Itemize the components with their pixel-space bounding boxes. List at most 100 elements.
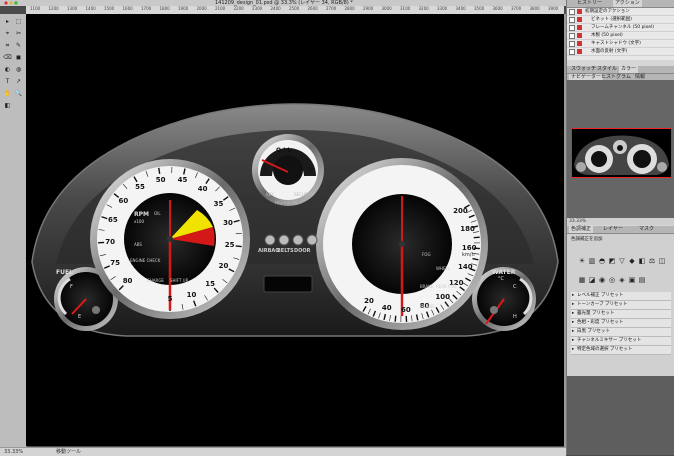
adjustment-icon[interactable]: ▽ [618, 257, 626, 265]
adjustments-panel: 色調補正 レイヤー マスク 色調補正を追加 ☀▥◓◩▽◆◧⚖◫▦◪◉◎◈▣▤ ▸… [567, 226, 674, 376]
tool-button[interactable]: ◧ [3, 102, 12, 109]
tool-button[interactable]: ⌖ [3, 30, 12, 37]
action-item[interactable]: キャストシャドウ (文字) [567, 40, 674, 48]
actions-list: 初期設定のアクションビネット (選択範囲)フレームチャンネル (50 pixel… [567, 8, 674, 60]
action-toggle-checkbox[interactable] [569, 49, 575, 55]
adjustment-preset-item[interactable]: ▸チャンネルミキサー プリセット [571, 337, 671, 346]
tab-masks[interactable]: マスク [637, 226, 656, 233]
gauge-tick-label: 20 [217, 262, 229, 270]
tab-actions[interactable]: アクション [613, 0, 642, 7]
adjustment-icon[interactable]: ◫ [658, 257, 666, 265]
adjustment-icon[interactable]: ◆ [628, 257, 636, 265]
action-dialog-icon[interactable] [577, 25, 582, 30]
adjustment-preset-item[interactable]: ▸色相・彩度 プリセット [571, 319, 671, 328]
tool-button[interactable]: T [3, 78, 12, 85]
tool-button[interactable]: ↗ [14, 78, 23, 85]
tab-history[interactable]: ヒストリー [575, 0, 604, 7]
adjustment-icon[interactable]: ▦ [578, 276, 586, 284]
ruler-label: 3700 [511, 6, 521, 11]
gauge-tick-label: 5 [164, 295, 176, 303]
gauge-tick-label: 20 [363, 297, 375, 305]
oil-indicator-security: SECURITY [294, 192, 314, 197]
action-item[interactable]: 水面の反射 (文字) [567, 48, 674, 56]
adjustment-icon[interactable]: ⚖ [648, 257, 656, 265]
adjustment-icon[interactable]: ◈ [618, 276, 626, 284]
action-dialog-icon[interactable] [577, 17, 582, 22]
speed-indicator-brake: BRAKE [420, 284, 433, 289]
gauge-tick-label: 15 [204, 280, 216, 288]
adjustment-icon[interactable]: ◩ [608, 257, 616, 265]
adjustment-icon[interactable]: ◓ [598, 257, 606, 265]
navigator-thumbnail[interactable] [571, 128, 672, 178]
action-item[interactable]: 木製 (50 pixel) [567, 32, 674, 40]
tool-button[interactable]: ◐ [3, 66, 12, 73]
tab-color[interactable]: カラー [619, 66, 638, 73]
adjustment-preset-item[interactable]: ▸レベル補正 プリセット [571, 292, 671, 301]
gauge-tick-label: 160 [462, 244, 474, 252]
ruler-label: 1200 [49, 6, 59, 11]
gauge-tick-label: 45 [176, 176, 188, 184]
adjustment-icon[interactable]: ◧ [638, 257, 646, 265]
oil-indicator-highbeam: HIGHBEAM [275, 200, 297, 205]
action-toggle-checkbox[interactable] [569, 41, 575, 47]
preset-label: レベル補正 プリセット [577, 292, 623, 300]
navigator-zoom[interactable]: 33.33% [569, 218, 586, 225]
gauge-tick-label: 50 [155, 176, 167, 184]
adjustment-icon[interactable]: ▣ [628, 276, 636, 284]
ruler-label: 1300 [67, 6, 77, 11]
adjustment-icon[interactable]: ◪ [588, 276, 596, 284]
adjustment-icon[interactable]: ◉ [598, 276, 606, 284]
action-item[interactable]: ビネット (選択範囲) [567, 16, 674, 24]
gauge-tick-label: 75 [109, 259, 121, 267]
window-controls[interactable] [4, 1, 18, 5]
action-toggle-checkbox[interactable] [569, 33, 575, 39]
ruler-label: 2900 [363, 6, 373, 11]
document-canvas[interactable]: 5101520253035404550556065707580 20406080… [26, 14, 564, 446]
tool-button[interactable]: ✂ [14, 30, 23, 37]
tool-button[interactable]: ◍ [14, 66, 23, 73]
water-label: WATER [492, 269, 515, 276]
tab-styles[interactable]: スタイル [595, 66, 619, 73]
action-item[interactable]: フレームチャンネル (50 pixel) [567, 24, 674, 32]
adjustment-preset-item[interactable]: ▸特定色域の選択 プリセット [571, 346, 671, 355]
adjustment-icon[interactable]: ☀ [578, 257, 586, 265]
action-dialog-icon[interactable] [577, 9, 582, 14]
preset-label: チャンネルミキサー プリセット [577, 337, 641, 345]
action-dialog-icon[interactable] [577, 41, 582, 46]
action-dialog-icon[interactable] [577, 49, 582, 54]
preset-chevron-icon: ▸ [572, 292, 574, 300]
tab-layers[interactable]: レイヤー [601, 226, 625, 233]
ruler-label: 1500 [104, 6, 114, 11]
adjustment-icon[interactable]: ▥ [588, 257, 596, 265]
preset-chevron-icon: ▸ [572, 310, 574, 318]
tab-adjustments[interactable]: 色調補正 [569, 226, 593, 233]
action-toggle-checkbox[interactable] [569, 17, 575, 23]
right-panel-dock: ヒストリー アクション 初期設定のアクションビネット (選択範囲)フレームチャン… [566, 0, 674, 455]
tool-button[interactable]: ◼ [14, 54, 23, 61]
action-label: ビネット (選択範囲) [591, 16, 632, 23]
tool-button[interactable]: ✋ [3, 90, 12, 97]
action-label: 初期設定のアクション [585, 8, 630, 15]
adjustment-icon[interactable]: ◎ [608, 276, 616, 284]
tool-button[interactable]: ⬚ [14, 18, 23, 25]
tool-button[interactable]: ✎ [14, 42, 23, 49]
action-toggle-checkbox[interactable] [569, 9, 575, 15]
fuel-empty-label: E [78, 314, 81, 320]
action-toggle-checkbox[interactable] [569, 25, 575, 31]
gauge-tick-label: 30 [222, 219, 234, 227]
tab-swatches[interactable]: スウォッチ [569, 66, 598, 73]
adjustment-icon[interactable]: ▤ [638, 276, 646, 284]
speed-unit: km/h [462, 252, 475, 258]
adjustment-preset-item[interactable]: ▸トーンカーブ プリセット [571, 301, 671, 310]
action-item[interactable]: 初期設定のアクション [567, 8, 674, 16]
tool-button[interactable]: ⌫ [3, 54, 12, 61]
ruler-label: 1400 [86, 6, 96, 11]
ruler-label: 2400 [271, 6, 281, 11]
action-dialog-icon[interactable] [577, 33, 582, 38]
adjustment-preset-item[interactable]: ▸白黒 プリセット [571, 328, 671, 337]
actions-panel-tabs: ヒストリー アクション [567, 0, 674, 8]
adjustment-preset-item[interactable]: ▸露光量 プリセット [571, 310, 671, 319]
tool-button[interactable]: 🔍 [14, 90, 23, 97]
tool-button[interactable]: ⌗ [3, 42, 12, 49]
tool-button[interactable]: ▸ [3, 18, 12, 25]
